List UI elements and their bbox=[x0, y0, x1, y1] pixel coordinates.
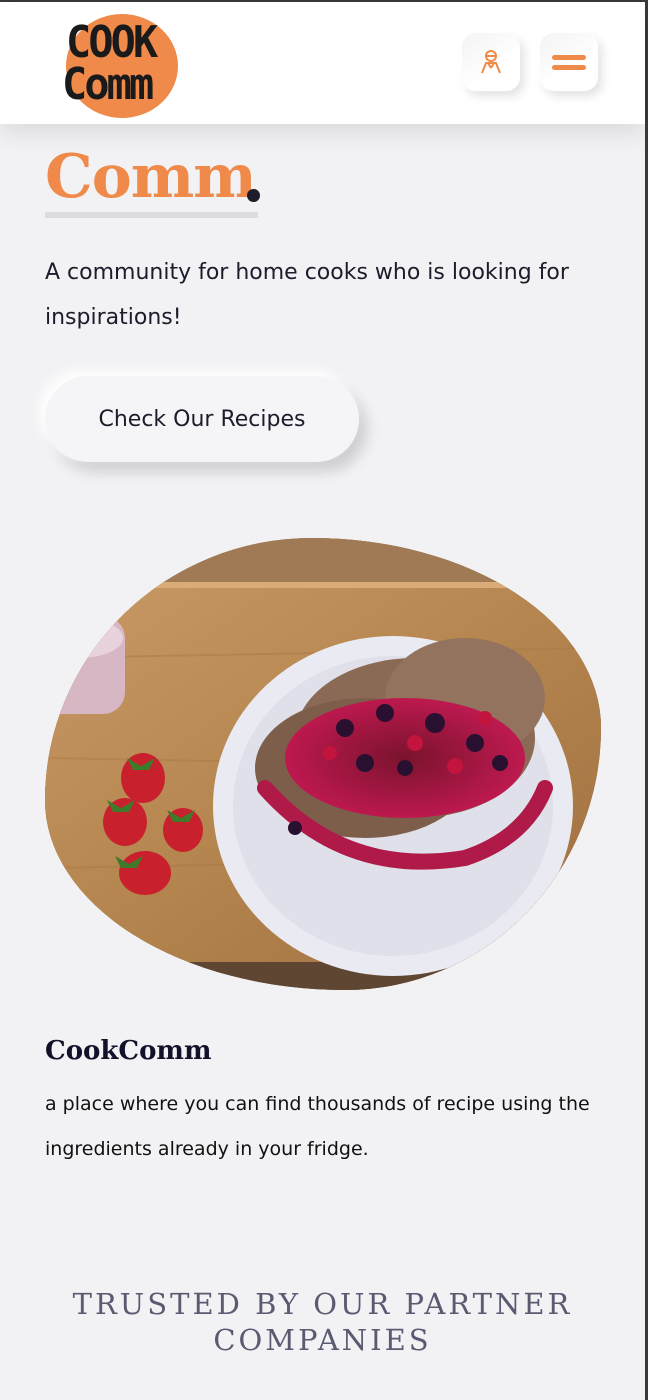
user-profile-button[interactable] bbox=[462, 33, 520, 91]
intro-text: A community for home cooks who is lookin… bbox=[45, 260, 569, 330]
title-dot bbox=[247, 189, 260, 202]
logo-line-1: COOK bbox=[66, 17, 158, 68]
pancakes-illustration bbox=[45, 538, 601, 990]
page-title: Comm bbox=[45, 142, 258, 218]
partners-heading: TRUSTED BY OUR PARTNER COMPANIES bbox=[72, 1287, 573, 1357]
user-icon bbox=[481, 50, 501, 74]
cookcomm-logo[interactable]: COOK Comm bbox=[62, 12, 192, 120]
top-navbar: COOK Comm bbox=[0, 2, 645, 124]
feature-description: a place where you can find thousands of … bbox=[45, 1093, 590, 1160]
menu-button[interactable] bbox=[540, 33, 598, 91]
hero-food-image bbox=[45, 538, 601, 990]
feature-title: CookComm bbox=[45, 1036, 212, 1066]
logo-line-2: Comm bbox=[62, 59, 154, 110]
hamburger-menu-icon bbox=[552, 50, 586, 75]
check-recipes-button[interactable]: Check Our Recipes bbox=[45, 376, 359, 462]
